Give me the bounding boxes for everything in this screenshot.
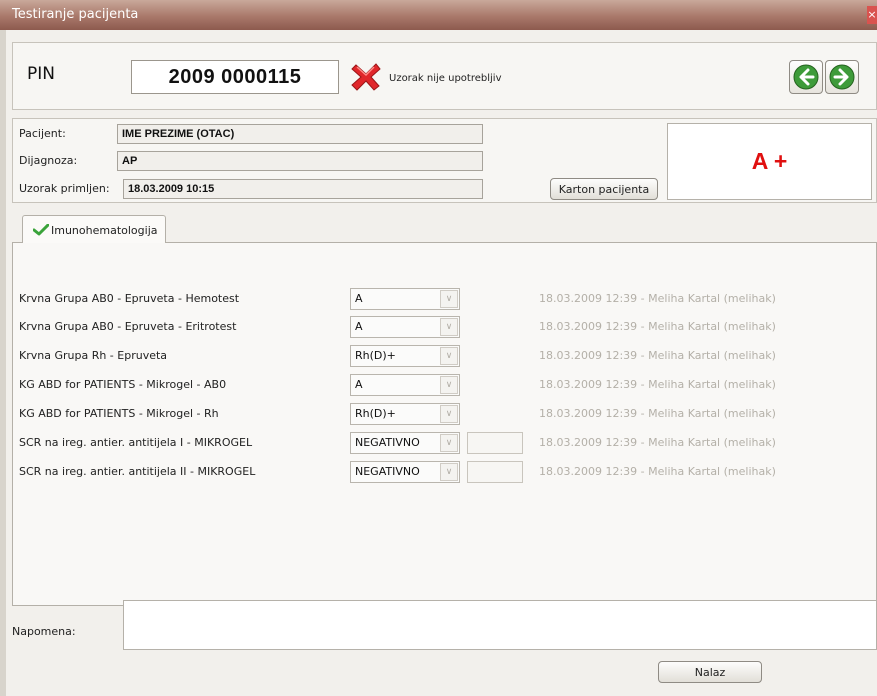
diagnosis-field: AP bbox=[117, 151, 483, 171]
patient-card-button[interactable]: Karton pacijenta bbox=[550, 178, 658, 200]
chevron-down-icon[interactable]: ∨ bbox=[440, 290, 458, 308]
title-bar: Testiranje pacijenta × bbox=[0, 0, 877, 30]
test-meta: 18.03.2009 12:39 - Meliha Kartal (meliha… bbox=[539, 349, 776, 362]
result-value: Rh(D)+ bbox=[355, 349, 396, 362]
result-value: A bbox=[355, 378, 363, 391]
pin-label: PIN bbox=[27, 64, 55, 84]
chevron-down-icon[interactable]: ∨ bbox=[440, 318, 458, 336]
test-row: KG ABD for PATIENTS - Mikrogel - AB0 A ∨ … bbox=[13, 374, 877, 398]
arrow-left-icon bbox=[793, 64, 819, 90]
note-label: Napomena: bbox=[12, 625, 76, 638]
sample-status-text: Uzorak nije upotrebljiv bbox=[389, 73, 502, 84]
test-row: KG ABD for PATIENTS - Mikrogel - Rh Rh(D… bbox=[13, 403, 877, 427]
window-title: Testiranje pacijenta bbox=[12, 7, 139, 22]
result-select[interactable]: Rh(D)+ ∨ bbox=[350, 403, 460, 425]
tab-imunohematologija[interactable]: Imunohematologija bbox=[22, 215, 166, 243]
result-value: NEGATIVNO bbox=[355, 436, 420, 449]
test-meta: 18.03.2009 12:39 - Meliha Kartal (meliha… bbox=[539, 320, 776, 333]
test-name: Krvna Grupa AB0 - Epruveta - Hemotest bbox=[19, 292, 240, 305]
result-value: A bbox=[355, 320, 363, 333]
test-name: KG ABD for PATIENTS - Mikrogel - AB0 bbox=[19, 378, 227, 391]
sample-received-label: Uzorak primljen: bbox=[19, 182, 110, 195]
titer-field[interactable] bbox=[467, 461, 523, 483]
main-window: PIN 2009 0000115 Uzorak nije upotrebljiv… bbox=[6, 30, 877, 696]
close-button[interactable]: × bbox=[867, 6, 877, 24]
test-meta: 18.03.2009 12:39 - Meliha Kartal (meliha… bbox=[539, 465, 776, 478]
chevron-down-icon[interactable]: ∨ bbox=[440, 463, 458, 481]
tab-label: Imunohematologija bbox=[51, 224, 158, 237]
arrow-right-icon bbox=[829, 64, 855, 90]
patient-field: IME PREZIME (OTAC) bbox=[117, 124, 483, 144]
test-row: SCR na ireg. antier. antitijela II - MIK… bbox=[13, 461, 877, 485]
test-results-panel: Krvna Grupa AB0 - Epruveta - Hemotest A ∨… bbox=[12, 242, 877, 606]
test-row: Krvna Grupa AB0 - Epruveta - Eritrotest … bbox=[13, 316, 877, 340]
test-meta: 18.03.2009 12:39 - Meliha Kartal (meliha… bbox=[539, 378, 776, 391]
next-button[interactable] bbox=[825, 60, 859, 94]
result-value: NEGATIVNO bbox=[355, 465, 420, 478]
pin-input[interactable]: 2009 0000115 bbox=[131, 60, 339, 94]
pin-panel: PIN 2009 0000115 Uzorak nije upotrebljiv bbox=[12, 42, 877, 110]
chevron-down-icon[interactable]: ∨ bbox=[440, 434, 458, 452]
blood-type-value: A + bbox=[751, 148, 788, 174]
chevron-down-icon[interactable]: ∨ bbox=[440, 347, 458, 365]
result-select[interactable]: Rh(D)+ ∨ bbox=[350, 345, 460, 367]
sample-received-field: 18.03.2009 10:15 bbox=[123, 179, 483, 199]
test-meta: 18.03.2009 12:39 - Meliha Kartal (meliha… bbox=[539, 292, 776, 305]
test-name: Krvna Grupa AB0 - Epruveta - Eritrotest bbox=[19, 320, 237, 333]
chevron-down-icon[interactable]: ∨ bbox=[440, 405, 458, 423]
result-select[interactable]: A ∨ bbox=[350, 374, 460, 396]
test-name: SCR na ireg. antier. antitijela II - MIK… bbox=[19, 465, 256, 478]
red-x-icon bbox=[351, 63, 381, 91]
note-textarea[interactable] bbox=[123, 600, 877, 650]
checkmark-icon bbox=[33, 224, 49, 236]
test-row: Krvna Grupa Rh - Epruveta Rh(D)+ ∨ 18.03.… bbox=[13, 345, 877, 369]
chevron-down-icon[interactable]: ∨ bbox=[440, 376, 458, 394]
result-value: Rh(D)+ bbox=[355, 407, 396, 420]
result-value: A bbox=[355, 292, 363, 305]
test-name: KG ABD for PATIENTS - Mikrogel - Rh bbox=[19, 407, 219, 420]
patient-label: Pacijent: bbox=[19, 127, 66, 140]
test-name: Krvna Grupa Rh - Epruveta bbox=[19, 349, 168, 362]
result-select[interactable]: NEGATIVNO ∨ bbox=[350, 432, 460, 454]
diagnosis-label: Dijagnoza: bbox=[19, 154, 78, 167]
result-select[interactable]: A ∨ bbox=[350, 316, 460, 338]
result-select[interactable]: A ∨ bbox=[350, 288, 460, 310]
titer-field[interactable] bbox=[467, 432, 523, 454]
result-select[interactable]: NEGATIVNO ∨ bbox=[350, 461, 460, 483]
result-report-button[interactable]: Nalaz bbox=[658, 661, 762, 683]
test-row: Krvna Grupa AB0 - Epruveta - Hemotest A ∨… bbox=[13, 288, 877, 312]
test-name: SCR na ireg. antier. antitijela I - MIKR… bbox=[19, 436, 253, 449]
patient-info-panel: Pacijent: IME PREZIME (OTAC) Dijagnoza: … bbox=[12, 118, 877, 203]
previous-button[interactable] bbox=[789, 60, 823, 94]
test-meta: 18.03.2009 12:39 - Meliha Kartal (meliha… bbox=[539, 407, 776, 420]
test-row: SCR na ireg. antier. antitijela I - MIKR… bbox=[13, 432, 877, 456]
test-meta: 18.03.2009 12:39 - Meliha Kartal (meliha… bbox=[539, 436, 776, 449]
blood-type-box: A + bbox=[667, 123, 872, 200]
